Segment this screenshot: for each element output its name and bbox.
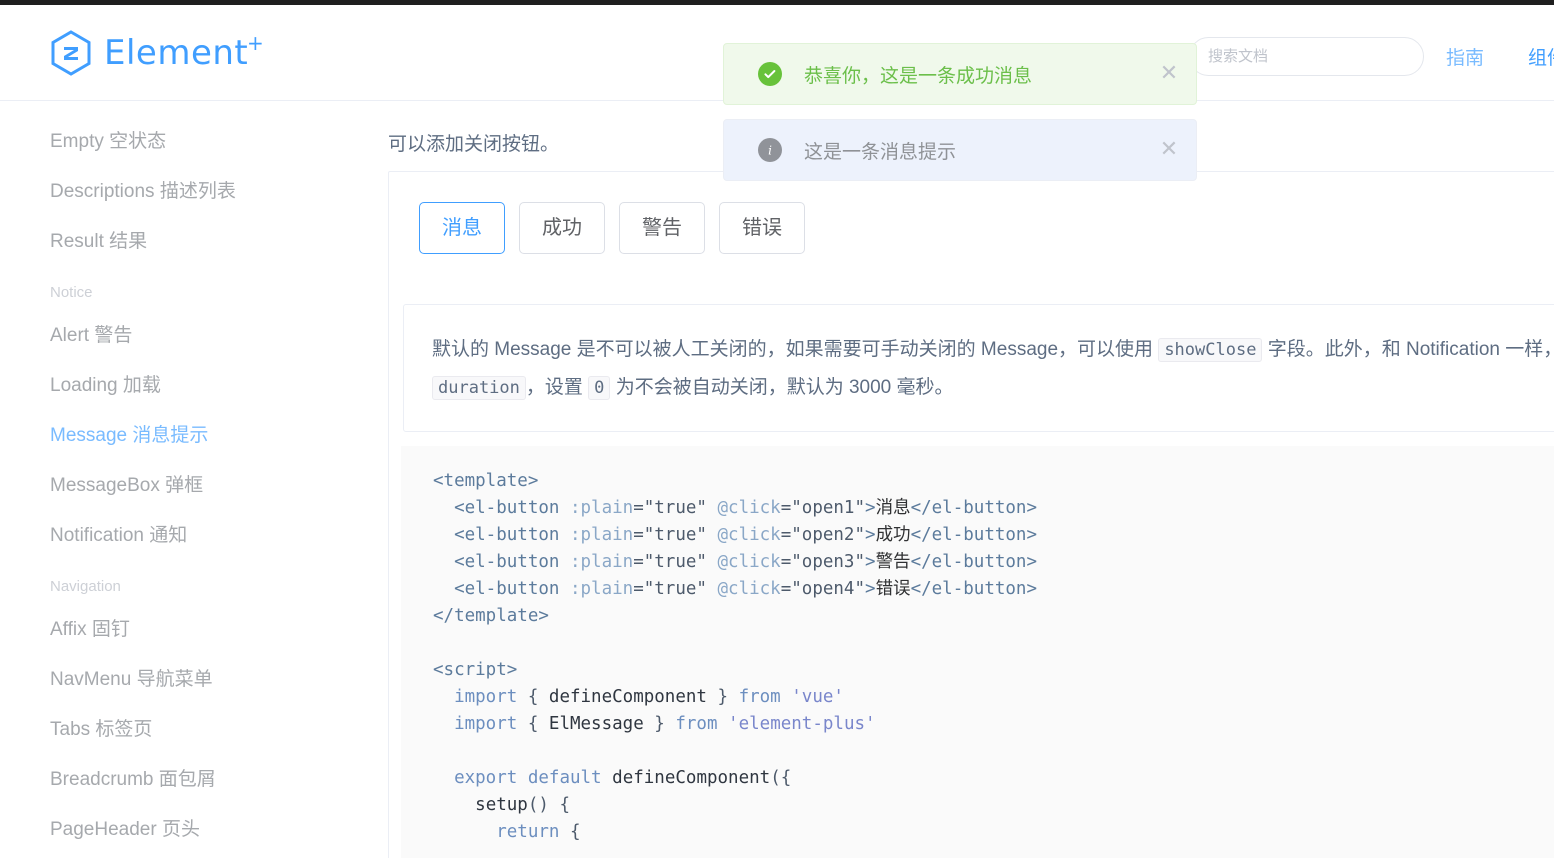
note-code-zero: 0 (588, 376, 611, 400)
demo-button-row: 消息 成功 警告 错误 (419, 202, 1554, 254)
brand-name: Element + (104, 31, 264, 73)
sidebar-item-result[interactable]: Result 结果 (0, 217, 388, 267)
sidebar-item-descriptions[interactable]: Descriptions 描述列表 (0, 167, 388, 217)
note-text-part-3: ，设置 (525, 377, 589, 398)
open-success-button[interactable]: 成功 (519, 202, 605, 254)
open-warning-button[interactable]: 警告 (619, 202, 705, 254)
sidebar-item-alert[interactable]: Alert 警告 (0, 311, 388, 361)
sidebar-item-pageheader[interactable]: PageHeader 页头 (0, 805, 388, 855)
sidebar-group-navigation: Navigation (50, 578, 121, 595)
note-text-part-4: 为不会被自动关闭，默认为 3000 毫秒。 (610, 377, 954, 398)
sidebar-item-notification[interactable]: Notification 通知 (0, 511, 388, 561)
nav-link-components[interactable]: 组件 (1528, 43, 1554, 70)
note-code-showclose: showClose (1158, 338, 1263, 362)
main-content: 可以添加关闭按钮。 消息 成功 警告 错误 默认的 Message 是不可以被人… (388, 101, 1554, 858)
code-sample-block: <template> <el-button :plain="true" @cli… (401, 446, 1554, 858)
demo-note-line-2: duration ，设置 0 为不会被自动关闭，默认为 3000 毫秒。 (432, 369, 1544, 407)
note-code-duration: duration (432, 376, 526, 400)
sidebar-group-notice: Notice (50, 284, 93, 301)
sidebar-nav[interactable]: Empty 空状态 Descriptions 描述列表 Result 结果 No… (0, 101, 388, 858)
demo-note-box: 默认的 Message 是不可以被人工关闭的，如果需要可手动关闭的 Messag… (403, 304, 1554, 432)
brand-superscript-plus: + (247, 31, 265, 55)
open-message-button[interactable]: 消息 (419, 202, 505, 254)
sidebar-item-empty[interactable]: Empty 空状态 (0, 117, 388, 167)
sidebar-item-loading[interactable]: Loading 加载 (0, 361, 388, 411)
info-circle-icon: i (758, 138, 782, 162)
brand-name-text: Element (104, 33, 249, 73)
header-nav: 指南 组件 (1446, 43, 1554, 70)
close-icon[interactable]: ✕ (1158, 139, 1180, 161)
sidebar-item-messagebox[interactable]: MessageBox 弹框 (0, 461, 388, 511)
sidebar-item-navmenu[interactable]: NavMenu 导航菜单 (0, 655, 388, 705)
open-error-button[interactable]: 错误 (719, 202, 805, 254)
demo-note-line-1: 默认的 Message 是不可以被人工关闭的，如果需要可手动关闭的 Messag… (432, 331, 1554, 369)
check-circle-icon (758, 62, 782, 86)
svg-text:i: i (768, 144, 772, 158)
close-icon[interactable]: ✕ (1158, 63, 1180, 85)
search-input[interactable] (1190, 38, 1423, 75)
brand-logo-link[interactable]: Element + (50, 27, 264, 79)
demo-preview-area: 消息 成功 警告 错误 (389, 172, 1554, 282)
search-box[interactable] (1189, 37, 1424, 76)
sidebar-item-message[interactable]: Message 消息提示 (0, 411, 388, 461)
nav-link-guide[interactable]: 指南 (1446, 43, 1484, 70)
element-plus-hexagon-logo (50, 30, 92, 76)
code-sample-text: <template> <el-button :plain="true" @cli… (433, 471, 1038, 842)
demo-card: 消息 成功 警告 错误 默认的 Message 是不可以被人工关闭的，如果需要可… (388, 171, 1554, 858)
sidebar-item-tabs[interactable]: Tabs 标签页 (0, 705, 388, 755)
note-text-part-1: 默认的 Message 是不可以被人工关闭的，如果需要可手动关闭的 Messag… (432, 339, 1159, 360)
message-toast-info: i 这是一条消息提示 ✕ (723, 119, 1197, 181)
note-text-part-2: 字段。此外，和 Notification 一样，Message 拥有可控的 (1267, 339, 1554, 360)
sidebar-item-breadcrumb[interactable]: Breadcrumb 面包屑 (0, 755, 388, 805)
sidebar-item-affix[interactable]: Affix 固钉 (0, 605, 388, 655)
toast-message-text: 恭喜你，这是一条成功消息 (804, 65, 1033, 87)
message-toast-success: 恭喜你，这是一条成功消息 ✕ (723, 43, 1197, 105)
documentation-page: Element + 指南 组件 Empty 空状态 Descriptions 描… (0, 0, 1554, 858)
toast-message-text: 这是一条消息提示 (804, 141, 957, 163)
